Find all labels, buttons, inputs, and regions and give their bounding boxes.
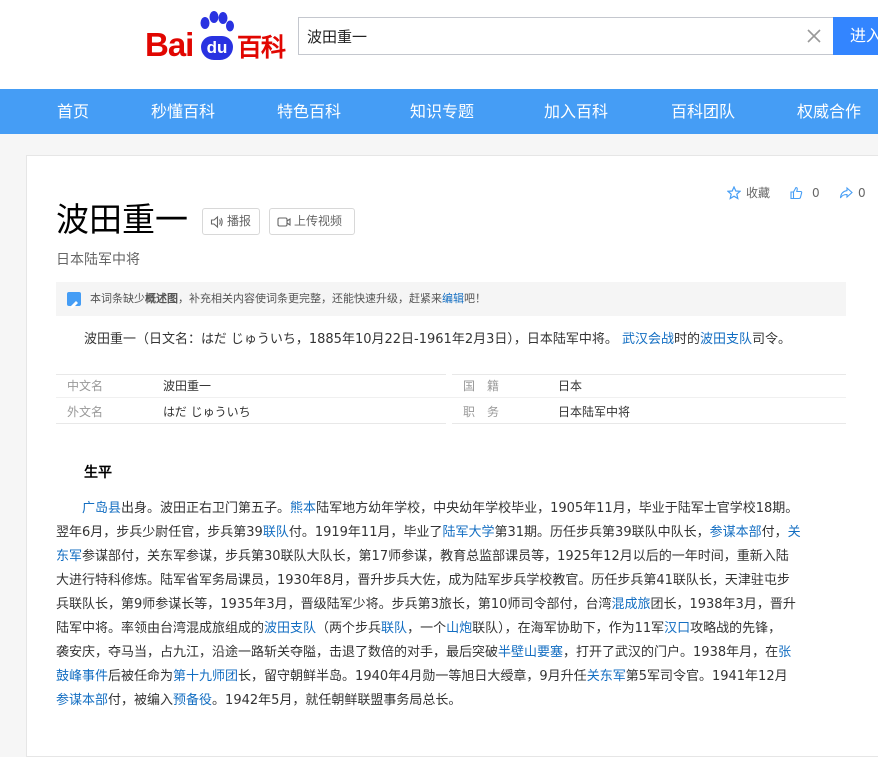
- bio-line: 东军参谋部付，关东军参谋，步兵第30联队大队长，第17师参谋，教育总监部课员等，…: [56, 549, 789, 564]
- upload-video-button[interactable]: 上传视频: [269, 208, 355, 235]
- bio-link[interactable]: 混成旅: [611, 597, 650, 612]
- info-key-chinese-name: 中文名: [67, 379, 104, 393]
- search-box: [298, 17, 833, 55]
- broadcast-label: 播报: [227, 214, 252, 228]
- bio-link[interactable]: 陆军大学: [442, 525, 494, 540]
- info-val-nationality[interactable]: 日本: [558, 377, 582, 394]
- bio-link[interactable]: 半壁山要塞: [498, 645, 563, 660]
- logo-bai-text: Bai: [145, 26, 194, 63]
- info-val-position: 日本陆军中将: [558, 405, 631, 419]
- nav-item-home[interactable]: 首页: [57, 89, 89, 134]
- lemma-summary: 波田重一（日文名：はだ じゅういち，1885年10月22日-1961年2月3日）…: [84, 332, 792, 347]
- bio-link[interactable]: 鼓峰事件: [56, 669, 108, 684]
- edit-link[interactable]: 编辑: [442, 292, 464, 305]
- video-icon: [277, 217, 291, 227]
- nav-item-authority[interactable]: 权威合作: [797, 89, 861, 134]
- broadcast-button[interactable]: 播报: [202, 208, 260, 235]
- bio-line: 陆军中将。率领由台湾混成旅组成的波田支队（两个步兵联队，一个山炮联队），在海军协…: [56, 621, 782, 636]
- link-hata-detachment[interactable]: 波田支队: [700, 332, 752, 347]
- logo-baike-text: 百科: [237, 33, 286, 62]
- notice-bold: 概述图: [145, 292, 178, 305]
- pencil-icon: [67, 292, 81, 309]
- bio-line: 袭安庆，夺马当，占九江，沿途一路斩关夺隘，击退了数倍的对手，最后突破半壁山要塞，…: [56, 645, 792, 660]
- info-key-nationality: 国 籍: [463, 379, 500, 393]
- search-input[interactable]: [307, 18, 787, 54]
- thumbs-up-icon: [790, 186, 803, 200]
- baidu-baike-logo[interactable]: Bai du 百科: [145, 10, 295, 66]
- like-count: 0: [812, 186, 820, 200]
- bio-link[interactable]: 第十九师团: [173, 669, 238, 684]
- bio-link[interactable]: 关: [788, 525, 801, 540]
- bio-link[interactable]: 参谋本部: [56, 693, 108, 708]
- info-val-foreign-name: はだ じゅういち: [163, 405, 251, 419]
- info-val-chinese-name: 波田重一: [163, 379, 212, 393]
- bio-link[interactable]: 张: [778, 645, 791, 660]
- collect-label: 收藏: [746, 186, 771, 200]
- nav-item-join[interactable]: 加入百科: [544, 89, 608, 134]
- bio-line: 参谋本部付，被编入预备役。1942年5月，就任朝鲜联盟事务局总长。: [56, 693, 462, 708]
- bio-link[interactable]: 熊本: [290, 501, 316, 516]
- notice-text: 本词条缺少概述图，补充相关内容使词条更完整，还能快速升级，赶紧来编辑吧！: [90, 292, 486, 305]
- main-nav: 首页 秒懂百科 特色百科 知识专题 加入百科 百科团队 权威合作: [0, 89, 878, 134]
- bio-link[interactable]: 预备役: [173, 693, 212, 708]
- section-title-biography: 生平: [84, 465, 112, 481]
- star-icon: [727, 186, 741, 200]
- bio-link[interactable]: 汉口: [664, 621, 690, 636]
- bio-line: 翌年6月，步兵少尉任官，步兵第39联队付。1919年11月，毕业了陆军大学第31…: [56, 525, 801, 540]
- speaker-icon: [210, 215, 223, 229]
- bio-link[interactable]: 波田支队: [264, 621, 316, 636]
- bio-link[interactable]: 联队: [381, 621, 407, 636]
- basic-info-left: [56, 374, 446, 424]
- bio-line: 大进行特科修炼。陆军省军务局课员，1930年8月，晋升步兵大佐，成为陆军步兵学校…: [56, 573, 790, 588]
- info-divider: [56, 397, 846, 398]
- site-header: Bai du 百科 进入: [0, 0, 878, 89]
- logo-du-text: du: [201, 36, 233, 60]
- basic-info-right: [452, 374, 846, 424]
- share-icon: [839, 186, 853, 199]
- nav-item-topics[interactable]: 知识专题: [410, 89, 474, 134]
- bio-link[interactable]: 关东军: [587, 669, 626, 684]
- bio-line: 兵联队长，第9师参谋长等，1935年3月，晋级陆军少将。步兵第3旅长，第10师司…: [56, 597, 796, 612]
- missing-image-notice: 本词条缺少概述图，补充相关内容使词条更完整，还能快速升级，赶紧来编辑吧！: [56, 282, 846, 316]
- link-wuhan-battle[interactable]: 武汉会战: [622, 332, 674, 347]
- biography-paragraph: 广岛县出身。波田正右卫门第五子。熊本陆军地方幼年学校，中央幼年学校毕业，1905…: [56, 497, 856, 713]
- close-icon[interactable]: [805, 27, 823, 45]
- page-subtitle: 日本陆军中将: [56, 252, 140, 268]
- nav-item-team[interactable]: 百科团队: [671, 89, 735, 134]
- bio-link[interactable]: 参谋本部: [710, 525, 762, 540]
- enter-button[interactable]: 进入: [833, 17, 878, 55]
- bio-link[interactable]: 东军: [56, 549, 82, 564]
- bio-line: 广岛县出身。波田正右卫门第五子。熊本陆军地方幼年学校，中央幼年学校毕业，1905…: [82, 501, 799, 516]
- bio-line: 鼓峰事件后被任命为第十九师团长，留守朝鲜半岛。1940年4月勋一等旭日大绶章，9…: [56, 669, 788, 684]
- share-count: 0: [858, 186, 866, 200]
- nav-item-miaodong[interactable]: 秒懂百科: [151, 89, 215, 134]
- upload-video-label: 上传视频: [294, 214, 343, 228]
- bio-link[interactable]: 广岛县: [82, 501, 121, 516]
- info-key-position: 职 务: [463, 405, 500, 419]
- nav-item-featured[interactable]: 特色百科: [277, 89, 341, 134]
- info-key-foreign-name: 外文名: [67, 405, 104, 419]
- bio-link[interactable]: 联队: [263, 525, 289, 540]
- bio-link[interactable]: 山炮: [446, 621, 472, 636]
- page-title: 波田重一: [56, 200, 188, 239]
